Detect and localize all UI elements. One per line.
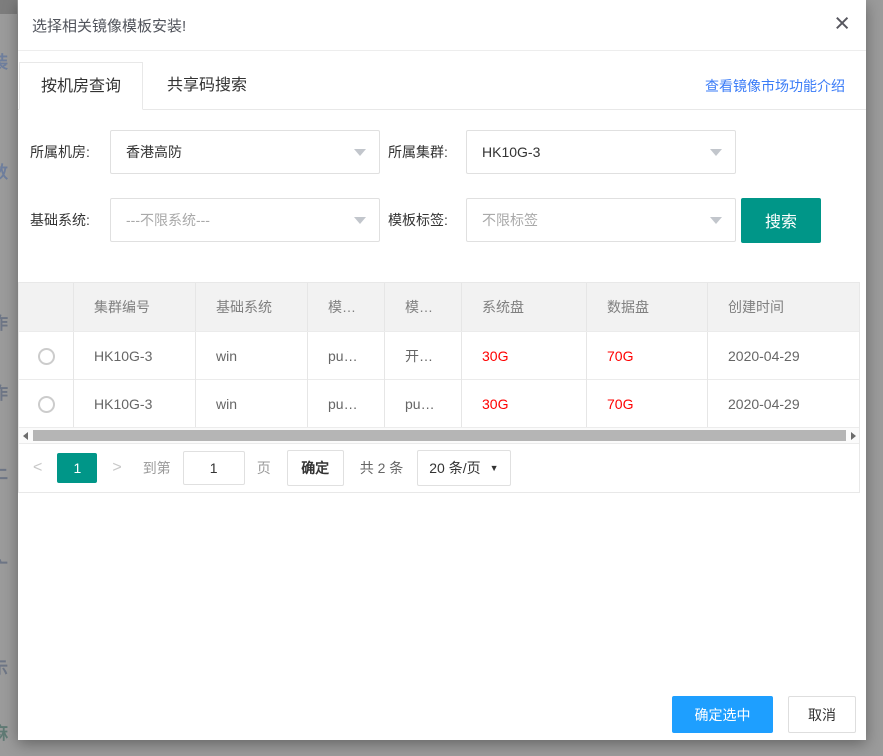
cell-base-os: win bbox=[196, 380, 308, 428]
cell-template-b: 开… bbox=[385, 332, 462, 380]
scroll-left-arrow-icon[interactable] bbox=[23, 432, 28, 440]
scrollbar-thumb[interactable] bbox=[33, 430, 846, 441]
dialog-footer: 确定选中 取消 bbox=[672, 696, 856, 733]
page-size-select[interactable]: 20 条/页 ▼ bbox=[417, 450, 510, 486]
dialog-header: 选择相关镜像模板安装! × bbox=[18, 0, 866, 51]
page-unit-label: 页 bbox=[257, 458, 271, 478]
page-size-value: 20 条/页 bbox=[429, 458, 480, 478]
header-data-disk: 数据盘 bbox=[587, 283, 708, 331]
backdrop-glyph-fragment: 作 bbox=[0, 379, 8, 404]
header-template-a: 模… bbox=[308, 283, 385, 331]
row-radio-cell bbox=[19, 332, 74, 380]
backdrop-glyph-fragment: 广 bbox=[0, 554, 8, 579]
table-row: HK10G-3 win pu… 开… 30G 70G 2020-04-29 bbox=[19, 331, 859, 379]
form-row-1: 所属机房: 香港高防 所属集群: HK10G-3 bbox=[30, 130, 866, 174]
chevron-down-icon bbox=[710, 217, 722, 224]
search-button[interactable]: 搜索 bbox=[741, 198, 821, 243]
backdrop-glyph-fragment: 上 bbox=[0, 458, 8, 483]
cell-system-disk: 30G bbox=[462, 332, 587, 380]
header-template-b: 模… bbox=[385, 283, 462, 331]
cluster-select[interactable]: HK10G-3 bbox=[466, 130, 736, 174]
cell-cluster-id: HK10G-3 bbox=[74, 332, 196, 380]
row-radio[interactable] bbox=[38, 348, 55, 365]
row-radio[interactable] bbox=[38, 396, 55, 413]
form-row-2: 基础系统: ---不限系统--- 模板标签: 不限标签 搜索 bbox=[30, 198, 866, 242]
os-label: 基础系统: bbox=[30, 210, 110, 230]
os-select-value: ---不限系统--- bbox=[126, 210, 210, 230]
cell-system-disk: 30G bbox=[462, 380, 587, 428]
template-table: 集群编号 基础系统 模… 模… 系统盘 数据盘 创建时间 HK10G-3 win… bbox=[18, 282, 860, 493]
header-select-column bbox=[19, 283, 74, 331]
cell-base-os: win bbox=[196, 332, 308, 380]
goto-page-label: 到第 bbox=[143, 458, 171, 478]
chevron-down-icon bbox=[710, 149, 722, 156]
confirm-selection-button[interactable]: 确定选中 bbox=[672, 696, 773, 733]
table-header-row: 集群编号 基础系统 模… 模… 系统盘 数据盘 创建时间 bbox=[19, 283, 859, 331]
tag-label: 模板标签: bbox=[388, 210, 466, 230]
room-select[interactable]: 香港高防 bbox=[110, 130, 380, 174]
row-radio-cell bbox=[19, 380, 74, 428]
os-select[interactable]: ---不限系统--- bbox=[110, 198, 380, 242]
tab-share-code-search[interactable]: 共享码搜索 bbox=[143, 62, 271, 110]
header-base-os: 基础系统 bbox=[196, 283, 308, 331]
chevron-down-icon bbox=[354, 149, 366, 156]
room-label: 所属机房: bbox=[30, 142, 110, 162]
mirror-market-intro-link[interactable]: 查看镜像市场功能介绍 bbox=[705, 76, 845, 96]
current-page-badge[interactable]: 1 bbox=[57, 453, 97, 483]
table-row: HK10G-3 win pu… pu… 30G 70G 2020-04-29 bbox=[19, 379, 859, 427]
cell-template-a: pu… bbox=[308, 380, 385, 428]
backdrop-glyph-fragment: 数 bbox=[0, 158, 8, 183]
cell-created-time: 2020-04-29 bbox=[708, 332, 859, 380]
backdrop-glyph-fragment: 作 bbox=[0, 309, 8, 334]
header-created-time: 创建时间 bbox=[708, 283, 859, 331]
horizontal-scrollbar[interactable] bbox=[19, 427, 859, 443]
cancel-button[interactable]: 取消 bbox=[788, 696, 856, 733]
cell-created-time: 2020-04-29 bbox=[708, 380, 859, 428]
prev-page-icon[interactable]: < bbox=[33, 459, 42, 477]
cluster-select-value: HK10G-3 bbox=[482, 144, 540, 160]
total-count-label: 共 2 条 bbox=[360, 458, 404, 478]
close-icon[interactable]: × bbox=[834, 10, 850, 37]
select-template-dialog: 选择相关镜像模板安装! × 按机房查询 共享码搜索 查看镜像市场功能介绍 所属机… bbox=[18, 0, 866, 740]
scroll-right-arrow-icon[interactable] bbox=[851, 432, 856, 440]
cell-cluster-id: HK10G-3 bbox=[74, 380, 196, 428]
backdrop-page-corner bbox=[0, 0, 17, 14]
dropdown-caret-icon: ▼ bbox=[490, 463, 499, 473]
goto-confirm-button[interactable]: 确定 bbox=[287, 450, 344, 486]
cell-template-b: pu… bbox=[385, 380, 462, 428]
cluster-label: 所属集群: bbox=[388, 142, 466, 162]
tag-select[interactable]: 不限标签 bbox=[466, 198, 736, 242]
tab-query-by-room[interactable]: 按机房查询 bbox=[19, 62, 143, 110]
room-select-value: 香港高防 bbox=[126, 142, 182, 162]
chevron-down-icon bbox=[354, 217, 366, 224]
backdrop-glyph-fragment: 示 bbox=[0, 654, 8, 679]
pagination-bar: < 1 > 到第 页 确定 共 2 条 20 条/页 ▼ bbox=[19, 443, 859, 492]
cell-template-a: pu… bbox=[308, 332, 385, 380]
header-cluster-id: 集群编号 bbox=[74, 283, 196, 331]
backdrop-glyph-fragment: 装 bbox=[0, 48, 8, 73]
backdrop-glyph-fragment: 麻 bbox=[0, 719, 8, 744]
next-page-icon[interactable]: > bbox=[112, 459, 121, 477]
tag-select-value: 不限标签 bbox=[482, 210, 538, 230]
tab-bar: 按机房查询 共享码搜索 查看镜像市场功能介绍 bbox=[18, 62, 866, 110]
filter-form: 所属机房: 香港高防 所属集群: HK10G-3 基础系统: ---不限系统--… bbox=[18, 110, 866, 242]
cell-data-disk: 70G bbox=[587, 332, 708, 380]
header-system-disk: 系统盘 bbox=[462, 283, 587, 331]
dialog-title: 选择相关镜像模板安装! bbox=[32, 15, 186, 36]
goto-page-input[interactable] bbox=[183, 451, 245, 485]
cell-data-disk: 70G bbox=[587, 380, 708, 428]
